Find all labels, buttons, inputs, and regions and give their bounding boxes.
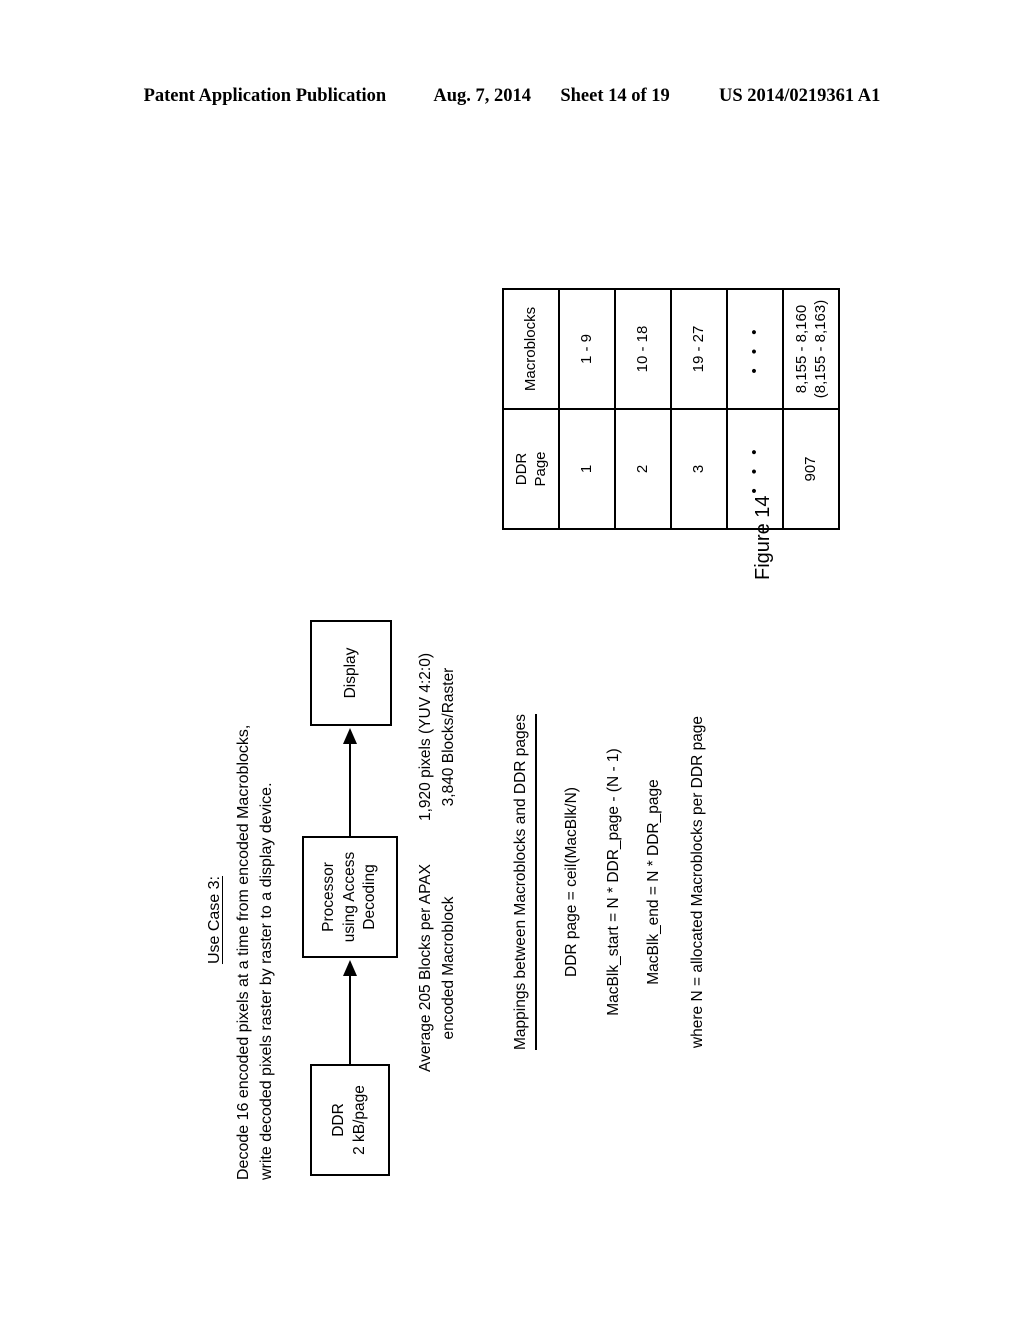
table-cell-ddr-page-2: 2 xyxy=(615,409,671,529)
annotation-ddr-to-processor: Average 205 Blocks per APAX encoded Macr… xyxy=(414,843,461,1093)
annotation-ddr-to-processor-line-2: encoded Macroblock xyxy=(440,896,458,1040)
table-row-ellipsis: • • • • • • xyxy=(727,289,783,529)
annotation-processor-to-display: 1,920 pixels (YUV 4:2:0) 3,840 Blocks/Ra… xyxy=(414,622,461,852)
table-header-ddr-page-line-1: DDR xyxy=(512,452,530,486)
processor-box-line-3: Decoding xyxy=(361,864,379,930)
table-cell-macroblocks-907-line-1: 8,155 - 8,160 xyxy=(792,304,810,394)
ddr-box: DDR 2 kB/page xyxy=(310,1064,390,1176)
use-case-title: Use Case 3: xyxy=(206,875,223,965)
mappings-equation-2: MacBlk_end = N * DDR_page xyxy=(645,779,662,985)
table-header-ddr-page: DDR Page xyxy=(503,409,559,529)
mappings-note: where N = allocated Macroblocks per DDR … xyxy=(689,715,706,1049)
ddr-box-line-2: 2 kB/page xyxy=(351,1085,368,1155)
mappings-title: Mappings between Macroblocks and DDR pag… xyxy=(512,714,537,1051)
mappings-block: Mappings between Macroblocks and DDR pag… xyxy=(512,572,707,1192)
mapping-table: DDR Page Macroblocks 1 1 - 9 2 10 - 18 3… xyxy=(502,288,840,530)
arrow-ddr-to-processor-head xyxy=(343,960,357,976)
use-case-block: Use Case 3: Decode 16 encoded pixels at … xyxy=(206,660,278,1180)
header-patent-number: US 2014/0219361 A1 xyxy=(719,86,881,106)
annotation-ddr-to-processor-line-1: Average 205 Blocks per APAX xyxy=(417,864,434,1072)
use-case-line-2: write decoded pixels raster by raster to… xyxy=(258,782,276,1180)
table-row: 2 10 - 18 xyxy=(615,289,671,529)
figure-14-drawing: Use Case 3: Decode 16 encoded pixels at … xyxy=(192,220,852,1220)
table-row: 1 1 - 9 xyxy=(559,289,615,529)
mappings-equation-1: MacBlk_start = N * DDR_page - (N - 1) xyxy=(605,748,622,1016)
table-cell-macroblocks-ellipsis: • • • xyxy=(727,289,783,409)
table-cell-ddr-page-3: 3 xyxy=(671,409,727,529)
figure-caption: Figure 14 xyxy=(752,495,774,581)
table-cell-macroblocks-1: 1 - 9 xyxy=(559,289,615,409)
table-cell-macroblocks-907-line-2: (8,155 - 8,163) xyxy=(812,299,829,399)
table-header-ddr-page-line-2: Page xyxy=(532,451,549,487)
arrow-processor-to-display-head xyxy=(343,728,357,744)
arrow-ddr-to-processor-line xyxy=(349,974,351,1064)
ddr-box-line-1: DDR xyxy=(330,1103,348,1137)
table-cell-ddr-page-1: 1 xyxy=(559,409,615,529)
processor-box: Processor using Access Decoding xyxy=(302,836,398,958)
annotation-processor-to-display-line-1: 1,920 pixels (YUV 4:2:0) xyxy=(417,653,434,822)
table-cell-ddr-page-907: 907 xyxy=(783,409,839,529)
header-publication: Patent Application Publication xyxy=(143,86,387,106)
table-row: 3 19 - 27 xyxy=(671,289,727,529)
table-row-header: DDR Page Macroblocks xyxy=(503,289,559,529)
header-sheet: Sheet 14 of 19 xyxy=(560,86,670,106)
processor-box-line-2: using Access xyxy=(340,851,358,943)
table-header-macroblocks: Macroblocks xyxy=(503,289,559,409)
patent-header: Patent Application Publication Aug. 7, 2… xyxy=(0,86,1024,107)
header-date: Aug. 7, 2014 xyxy=(433,86,532,106)
table-row: 907 8,155 - 8,160 (8,155 - 8,163) xyxy=(783,289,839,529)
table-cell-macroblocks-3: 19 - 27 xyxy=(671,289,727,409)
mappings-equation-0: DDR page = ceil(MacBlk/N) xyxy=(563,787,580,977)
use-case-line-1: Decode 16 encoded pixels at a time from … xyxy=(235,724,252,1180)
display-box-line-1: Display xyxy=(341,647,359,699)
arrow-processor-to-display-line xyxy=(349,742,351,836)
processor-box-line-1: Processor xyxy=(319,862,337,932)
annotation-processor-to-display-line-2: 3,840 Blocks/Raster xyxy=(440,667,458,807)
display-box: Display xyxy=(310,620,392,726)
table-cell-macroblocks-2: 10 - 18 xyxy=(615,289,671,409)
table-cell-macroblocks-907: 8,155 - 8,160 (8,155 - 8,163) xyxy=(783,289,839,409)
